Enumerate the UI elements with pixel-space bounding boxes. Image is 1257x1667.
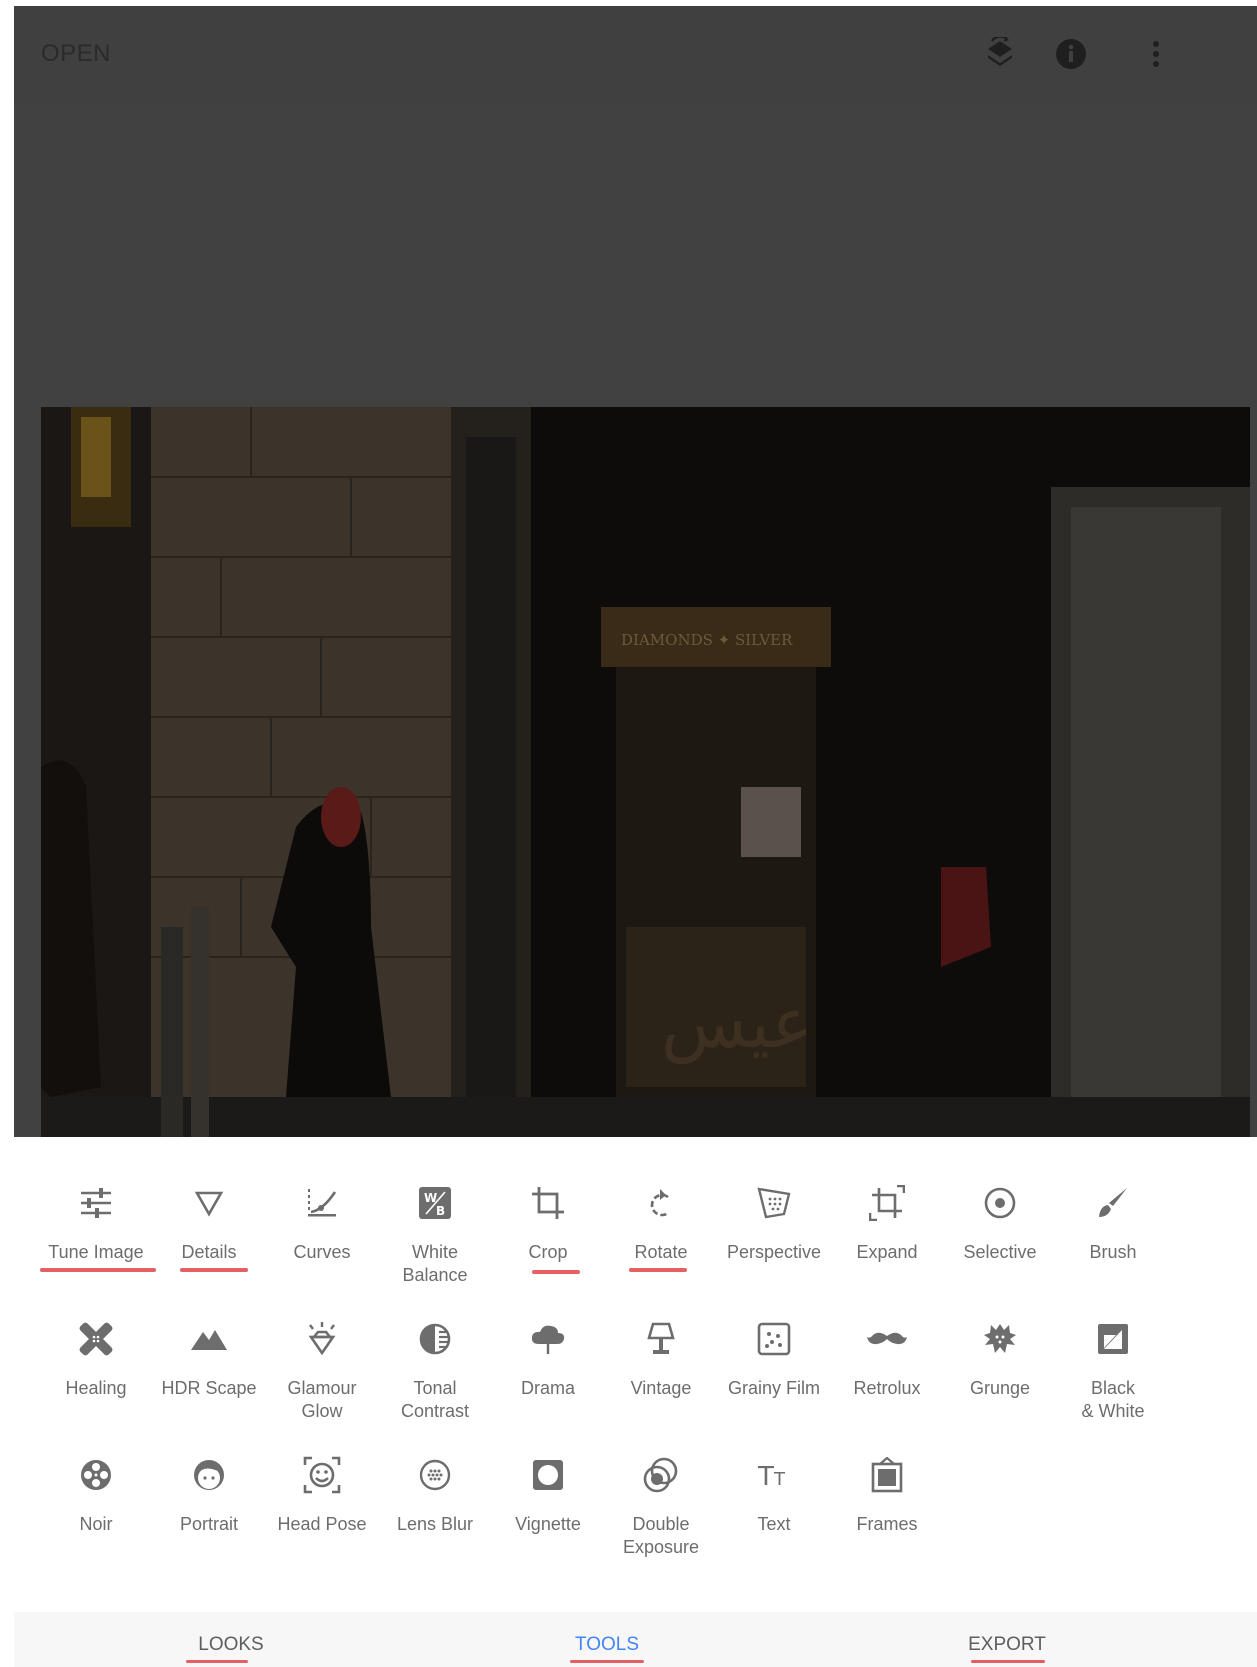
top-bar: OPEN — [14, 6, 1257, 103]
more-vert-icon[interactable] — [1134, 32, 1178, 76]
looks-annotation-underline — [186, 1660, 248, 1663]
info-icon[interactable] — [1049, 32, 1093, 76]
bw-icon — [1093, 1319, 1133, 1359]
tool-label: Black & White — [1081, 1378, 1145, 1421]
open-button[interactable]: OPEN — [41, 40, 111, 68]
curves-icon — [302, 1183, 342, 1223]
tab-export[interactable]: EXPORT — [952, 1634, 1062, 1656]
tool-glamour-glow[interactable]: Glamour Glow — [262, 1273, 382, 1421]
face-icon — [189, 1455, 229, 1495]
export-annotation-underline — [971, 1660, 1045, 1663]
layers-undo-icon[interactable] — [978, 32, 1022, 76]
tool-drama[interactable]: Drama — [488, 1273, 608, 1413]
mountain-icon — [189, 1319, 229, 1359]
vignette-icon — [528, 1455, 568, 1495]
healing-icon — [76, 1319, 116, 1359]
lamp-icon — [641, 1319, 681, 1359]
tool-hdr-scape[interactable]: HDR Scape — [149, 1273, 269, 1413]
tool-lens-blur[interactable]: Lens Blur — [375, 1409, 495, 1549]
tune-icon — [76, 1183, 116, 1223]
tools-annotation-underline — [570, 1660, 644, 1663]
svg-text:T: T — [757, 1462, 774, 1489]
tab-tools[interactable]: TOOLS — [557, 1634, 657, 1656]
double-exposure-icon — [641, 1455, 681, 1495]
tools-panel: Tune Image Details Curves W B White Balance Cr… — [14, 1137, 1257, 1612]
image-canvas: DIAMONDS ✦ SILVER عيس — [14, 103, 1257, 1137]
tool-rotate[interactable]: Rotate — [601, 1137, 721, 1277]
tool-black-white[interactable]: Black & White — [1053, 1273, 1173, 1421]
tool-noir[interactable]: Noir — [36, 1409, 156, 1549]
tool-frames[interactable]: Frames — [827, 1409, 947, 1549]
film-grain-icon — [754, 1319, 794, 1359]
selective-icon — [980, 1183, 1020, 1223]
frames-icon — [867, 1455, 907, 1495]
tool-vignette[interactable]: Vignette — [488, 1409, 608, 1549]
tool-tonal-contrast[interactable]: Tonal Contrast — [375, 1273, 495, 1421]
grunge-icon — [980, 1319, 1020, 1359]
svg-text:T: T — [773, 1469, 786, 1489]
tool-retrolux[interactable]: Retrolux — [827, 1273, 947, 1413]
crop-icon — [528, 1183, 568, 1223]
tool-grainy-film[interactable]: Grainy Film — [714, 1273, 834, 1413]
tool-details[interactable]: Details — [149, 1137, 269, 1277]
tool-double-exposure[interactable]: Double Exposure — [601, 1409, 721, 1557]
mustache-icon — [867, 1319, 907, 1359]
expand-icon — [867, 1183, 907, 1223]
tool-tune-image[interactable]: Tune Image — [36, 1137, 156, 1277]
tool-grunge[interactable]: Grunge — [940, 1273, 1060, 1413]
tool-label: Brush — [1089, 1242, 1137, 1262]
diamond-icon — [302, 1319, 342, 1359]
annotation-underline — [180, 1268, 248, 1272]
tab-looks[interactable]: LOOKS — [181, 1634, 281, 1656]
brush-icon — [1093, 1183, 1133, 1223]
tool-label: Frames — [856, 1514, 918, 1534]
tool-healing[interactable]: Healing — [36, 1273, 156, 1413]
film-reel-icon — [76, 1455, 116, 1495]
triangle-icon — [189, 1183, 229, 1223]
bottom-navigation: LOOKS TOOLS EXPORT — [14, 1612, 1257, 1667]
shop-script: عيس — [661, 982, 813, 1065]
tool-portrait[interactable]: Portrait — [149, 1409, 269, 1549]
tool-selective[interactable]: Selective — [940, 1137, 1060, 1277]
white-balance-icon: WB — [415, 1183, 455, 1223]
tool-crop[interactable]: Crop — [488, 1137, 608, 1277]
tool-vintage[interactable]: Vintage — [601, 1273, 721, 1413]
tonal-icon — [415, 1319, 455, 1359]
cloud-icon — [528, 1319, 568, 1359]
tool-white-balance[interactable]: W B White Balance — [375, 1137, 495, 1285]
tool-text[interactable]: T T Text — [714, 1409, 834, 1549]
text-icon: TT — [754, 1455, 794, 1495]
annotation-underline — [40, 1268, 156, 1272]
snapseed-app: OPEN DIAMONDS ✦ SILVER عيس Tune Image De… — [14, 6, 1257, 1667]
shop-sign: DIAMONDS ✦ SILVER — [621, 631, 793, 649]
tool-perspective[interactable]: Perspective — [714, 1137, 834, 1277]
tool-expand[interactable]: Expand — [827, 1137, 947, 1277]
rotate-icon — [641, 1183, 681, 1223]
lens-blur-icon — [415, 1455, 455, 1495]
perspective-icon — [754, 1183, 794, 1223]
svg-text:B: B — [436, 1204, 445, 1218]
tool-brush[interactable]: Brush — [1053, 1137, 1173, 1277]
annotation-underline — [629, 1268, 687, 1272]
tool-head-pose[interactable]: Head Pose — [262, 1409, 382, 1549]
edited-photo: DIAMONDS ✦ SILVER عيس — [41, 407, 1250, 1137]
tool-curves[interactable]: Curves — [262, 1137, 382, 1277]
head-pose-icon — [302, 1455, 342, 1495]
